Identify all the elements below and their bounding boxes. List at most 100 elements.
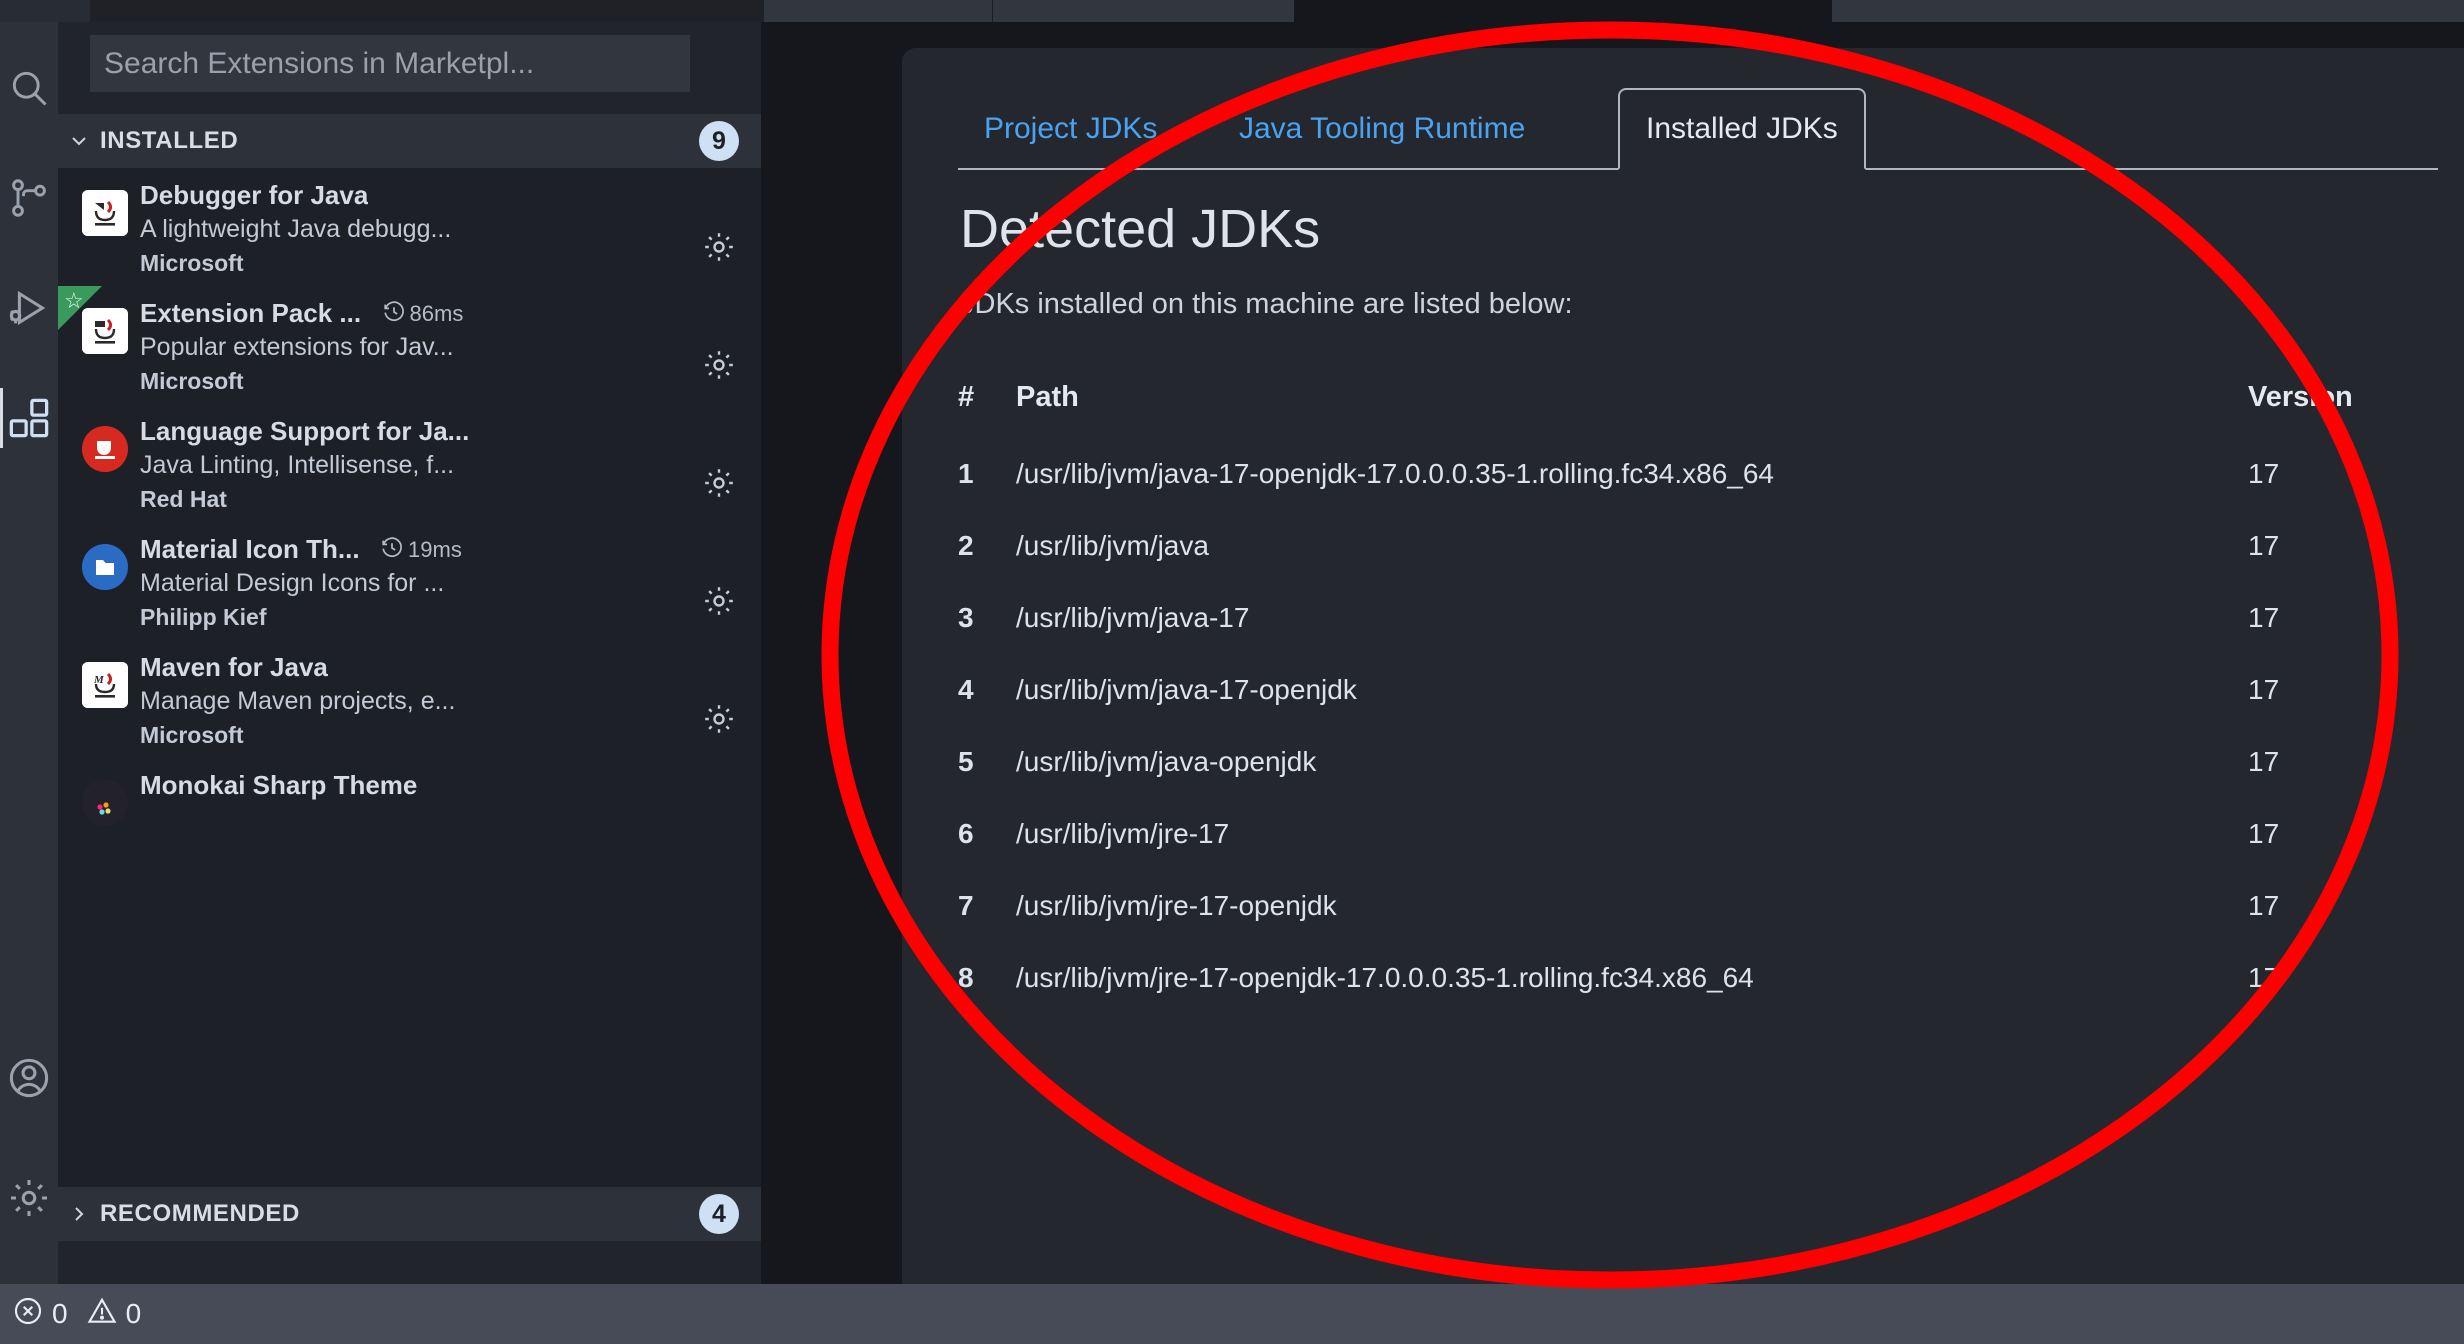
page-title: Detected JDKs xyxy=(960,199,1321,259)
cell-index: 5 xyxy=(958,746,974,777)
extension-description: Popular extensions for Jav... xyxy=(140,333,454,361)
clock-icon xyxy=(383,301,404,322)
extension-list[interactable]: Debugger for Java A lightweight Java deb… xyxy=(58,168,761,1187)
table-row: 4 /usr/lib/jvm/java-17-openjdk 17 xyxy=(958,674,2428,746)
table-row: 7 /usr/lib/jvm/jre-17-openjdk 17 xyxy=(958,890,2428,962)
extensions-icon xyxy=(6,395,52,441)
extension-name: Extension Pack ... xyxy=(140,298,362,328)
cell-index: 7 xyxy=(958,890,974,921)
maven-icon: M xyxy=(82,662,128,708)
extension-gear-icon[interactable] xyxy=(701,229,737,270)
list-item[interactable]: M Maven for Java Manage Maven projects, … xyxy=(58,640,761,758)
tab-java-tooling-runtime[interactable]: Java Tooling Runtime xyxy=(1213,90,1551,168)
extension-description: Java Linting, Intellisense, f... xyxy=(140,451,455,479)
manage-settings-button[interactable] xyxy=(0,1152,58,1244)
search-container xyxy=(58,22,761,114)
activation-time: 86ms xyxy=(382,300,463,327)
star-icon: ☆ xyxy=(64,288,84,313)
cell-version: 17 xyxy=(2248,674,2280,705)
tab-project-jdks[interactable]: Project JDKs xyxy=(958,90,1183,168)
clock-icon xyxy=(382,537,402,558)
table-row: 1 /usr/lib/jvm/java-17-openjdk-17.0.0.0.… xyxy=(958,458,2428,530)
table-row: 6 /usr/lib/jvm/jre-17 17 xyxy=(958,818,2428,890)
extension-name: Language Support for Ja... xyxy=(140,416,470,446)
editor-tab-partial[interactable] xyxy=(992,0,1295,22)
cell-path: /usr/lib/jvm/jre-17-openjdk-17.0.0.0.35-… xyxy=(1016,962,1754,993)
extension-publisher: Microsoft xyxy=(140,368,244,394)
sidebar-item-extensions[interactable] xyxy=(0,372,58,464)
list-item[interactable]: Language Support for Ja... Java Linting,… xyxy=(58,404,761,522)
chevron-right-icon xyxy=(58,1202,100,1226)
extension-gear-icon[interactable] xyxy=(701,347,737,388)
sidebar-item-source-control[interactable] xyxy=(0,152,58,244)
svg-text:M: M xyxy=(93,674,105,686)
run-and-debug-icon xyxy=(6,285,52,331)
extension-gear-icon[interactable] xyxy=(701,701,737,742)
column-header-path: Path xyxy=(1016,381,1079,413)
cell-index: 1 xyxy=(958,458,974,489)
problems-status-item[interactable]: 0 0 xyxy=(12,1295,159,1334)
chevron-down-icon xyxy=(58,129,100,153)
redhat-java-icon xyxy=(82,426,128,472)
sidebar-item-run-debug[interactable] xyxy=(0,262,58,354)
tab-installed-jdks[interactable]: Installed JDKs xyxy=(1618,88,1866,170)
cell-index: 8 xyxy=(958,962,974,993)
cell-path: /usr/lib/jvm/java xyxy=(1016,530,1209,561)
section-title: RECOMMENDED xyxy=(100,1200,300,1227)
detected-jdks-table: # Path Version 1 /usr/lib/jvm/java-17-op… xyxy=(958,381,2428,1034)
extension-gear-icon[interactable] xyxy=(701,583,737,624)
section-title: INSTALLED xyxy=(100,127,239,154)
extension-description: Material Design Icons for ... xyxy=(140,569,445,597)
table-header-row: # Path Version xyxy=(958,381,2428,458)
extension-gear-icon[interactable] xyxy=(701,465,737,506)
recommended-count-badge: 4 xyxy=(699,1194,739,1234)
java-pack-icon xyxy=(82,308,128,354)
material-folder-icon xyxy=(82,544,128,590)
extension-name: Maven for Java xyxy=(140,652,328,682)
jdk-configuration-webview: Project JDKs Java Tooling Runtime Instal… xyxy=(902,48,2464,1288)
monokai-icon xyxy=(82,780,128,826)
status-bar: 0 0 xyxy=(0,1284,2464,1344)
extension-description: A lightweight Java debugg... xyxy=(140,215,452,243)
list-item[interactable]: ☆ Extension Pack ... 86ms Popular extens… xyxy=(58,286,761,404)
list-item[interactable]: Monokai Sharp Theme xyxy=(58,758,761,876)
extension-publisher: Microsoft xyxy=(140,250,244,276)
tab-strip-segment xyxy=(0,0,90,22)
extension-name: Material Icon Th... xyxy=(140,534,360,564)
error-count: 0 xyxy=(52,1298,68,1329)
webview-body: Detected JDKs JDKs installed on this mac… xyxy=(958,198,2428,1034)
cell-version: 17 xyxy=(2248,602,2280,633)
table-row: 3 /usr/lib/jvm/java-17 17 xyxy=(958,602,2428,674)
column-header-version: Version xyxy=(2248,381,2353,413)
cell-version: 17 xyxy=(2248,746,2280,777)
section-header-installed[interactable]: INSTALLED 9 xyxy=(58,114,761,168)
editor-tab-partial[interactable] xyxy=(763,0,993,22)
account-button[interactable] xyxy=(0,1032,58,1124)
cell-version: 17 xyxy=(2248,530,2280,561)
table-row: 2 /usr/lib/jvm/java 17 xyxy=(958,530,2428,602)
error-icon xyxy=(12,1295,52,1334)
extension-publisher: Red Hat xyxy=(140,486,227,512)
cell-path: /usr/lib/jvm/java-17-openjdk xyxy=(1016,674,1357,705)
list-item[interactable]: Debugger for Java A lightweight Java deb… xyxy=(58,168,761,286)
source-control-icon xyxy=(7,176,51,220)
cell-path: /usr/lib/jvm/java-17 xyxy=(1016,602,1250,633)
table-row: 8 /usr/lib/jvm/jre-17-openjdk-17.0.0.0.3… xyxy=(958,962,2428,1034)
extension-description: Manage Maven projects, e... xyxy=(140,687,456,715)
page-subtitle: JDKs installed on this machine are liste… xyxy=(960,288,1573,320)
vscode-window: INSTALLED 9 Debugger for Java xyxy=(0,0,2464,1344)
search-input[interactable] xyxy=(90,35,690,92)
editor-tab-strip xyxy=(0,0,2464,22)
extension-name: Debugger for Java xyxy=(140,180,369,210)
cell-path: /usr/lib/jvm/jre-17-openjdk xyxy=(1016,890,1337,921)
editor-tab-partial[interactable] xyxy=(1832,0,2464,22)
section-header-recommended[interactable]: RECOMMENDED 4 xyxy=(58,1187,761,1241)
cell-index: 6 xyxy=(958,818,974,849)
search-icon xyxy=(7,66,51,110)
tab-strip-segment xyxy=(89,0,764,22)
java-debug-icon xyxy=(82,190,128,236)
cell-version: 17 xyxy=(2248,818,2280,849)
cell-path: /usr/lib/jvm/java-openjdk xyxy=(1016,746,1317,777)
list-item[interactable]: Material Icon Th... 19ms Material Design… xyxy=(58,522,761,640)
sidebar-item-search[interactable] xyxy=(0,42,58,134)
